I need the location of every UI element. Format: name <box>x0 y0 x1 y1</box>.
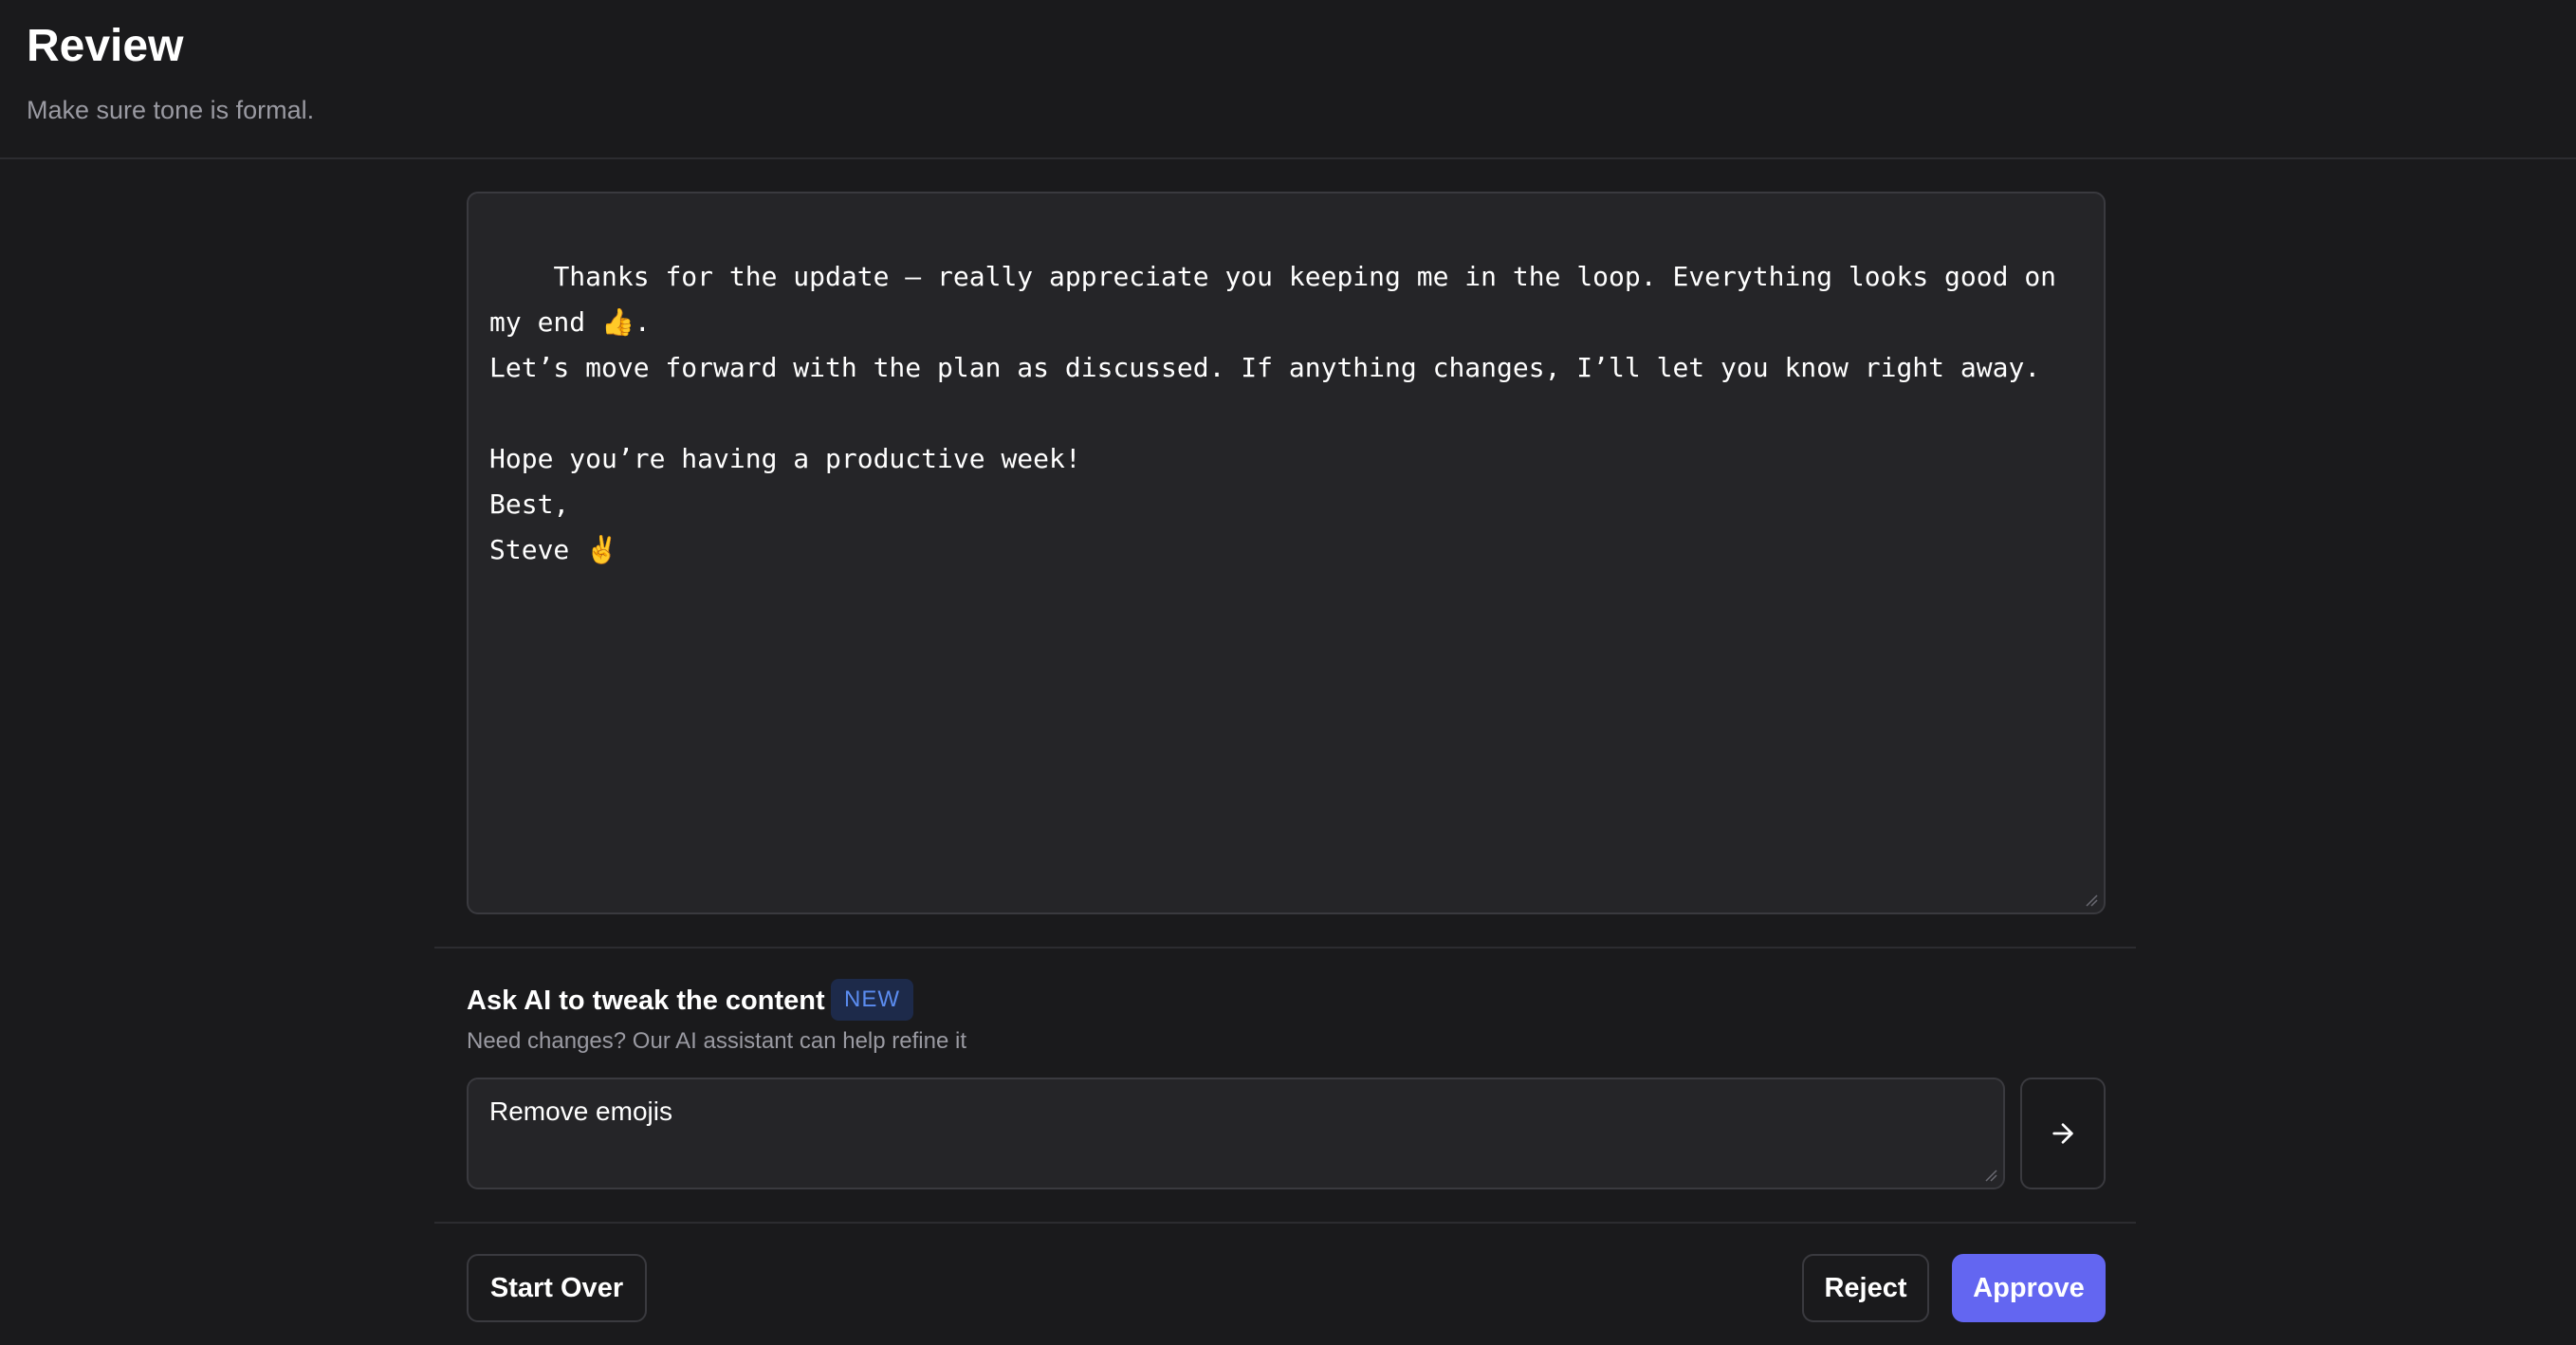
start-over-button[interactable]: Start Over <box>467 1254 647 1322</box>
content-editor-text: Thanks for the update — really appreciat… <box>489 261 2057 565</box>
ai-section-subtitle: Need changes? Our AI assistant can help … <box>467 1028 966 1054</box>
content-editor[interactable]: Thanks for the update — really appreciat… <box>467 192 2106 914</box>
page-title: Review <box>27 21 184 71</box>
section-divider <box>434 1222 2136 1224</box>
resize-grip-icon[interactable] <box>1984 1169 1997 1182</box>
resize-grip-icon[interactable] <box>2085 894 2098 907</box>
page-header: Review Make sure tone is formal. <box>0 0 2576 159</box>
approve-button[interactable]: Approve <box>1952 1254 2106 1322</box>
send-prompt-button[interactable] <box>2020 1078 2106 1189</box>
new-badge: NEW <box>831 979 913 1021</box>
reject-button[interactable]: Reject <box>1802 1254 1929 1322</box>
ai-prompt-value: Remove emojis <box>489 1096 672 1126</box>
arrow-right-icon <box>2052 1123 2073 1144</box>
ai-section-title: Ask AI to tweak the content <box>467 986 825 1016</box>
section-divider <box>434 947 2136 949</box>
page-subtitle: Make sure tone is formal. <box>27 96 315 124</box>
ai-prompt-input[interactable]: Remove emojis <box>467 1078 2005 1189</box>
